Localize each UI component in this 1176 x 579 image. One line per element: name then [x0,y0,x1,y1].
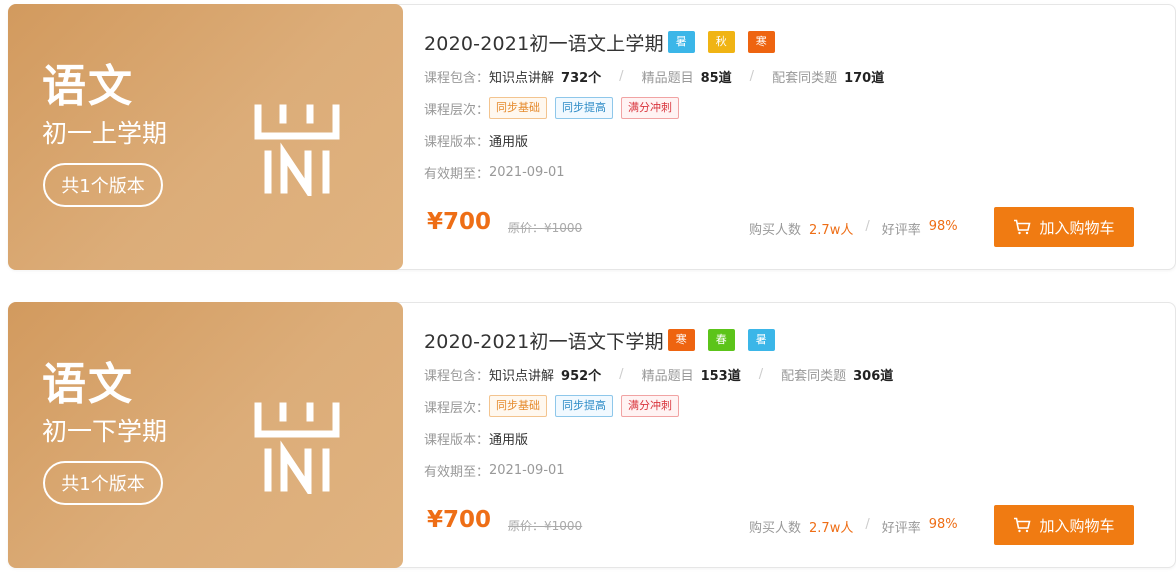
course-cover[interactable]: 语文 初一上学期 共1个版本 [8,4,403,270]
season-badge: 寒 [747,31,775,53]
course-cover[interactable]: 语文 初一下学期 共1个版本 [8,302,403,568]
knowledge-count: 952个 [561,368,602,384]
contents-label: 课程包含： [424,70,490,86]
level-tag-improve: 同步提高 [555,97,614,119]
course-title-row: 2020-2021初一语文下学期 寒 春 暑 [424,325,775,355]
original-price: 原价：¥1000 [508,221,583,235]
course-version-row: 课程版本： 通用版 [424,427,528,449]
divider: / [865,219,870,234]
original-price: 原价：¥1000 [508,519,583,533]
level-label: 课程层次： [424,102,490,118]
course-price: ¥700 [427,507,492,533]
similar-count: 306道 [853,368,894,384]
cover-subject: 语文 [42,61,134,112]
add-to-cart-button[interactable]: 加入购物车 [994,207,1134,247]
rating-label: 好评率 [881,223,921,238]
questions-count: 85道 [700,70,732,86]
knowledge-label: 知识点讲解 [489,368,555,384]
course-card[interactable]: 语文 初一下学期 共1个版本 2020-2021初一语文下学期 寒 春 暑 课程… [8,302,1176,568]
season-badge: 春 [707,329,735,351]
season-badge: 秋 [707,31,735,53]
level-tag-basic: 同步基础 [489,395,548,417]
add-to-cart-label: 加入购物车 [1039,516,1115,535]
course-contents-row: 课程包含： 知识点讲解 952个 / 精品题目 153道 / 配套同类题 306… [424,363,893,385]
buyers-label: 购买人数 [749,223,802,238]
course-level-row: 课程层次： 同步基础 同步提高 满分冲刺 [424,97,687,119]
course-contents-row: 课程包含： 知识点讲解 732个 / 精品题目 85道 / 配套同类题 170道 [424,65,884,87]
course-level-row: 课程层次： 同步基础 同步提高 满分冲刺 [424,395,687,417]
version-count-badge[interactable]: 共1个版本 [43,461,163,505]
course-price: ¥700 [427,209,492,235]
similar-count: 170道 [844,70,885,86]
divider: / [865,517,870,532]
level-tag-improve: 同步提高 [555,395,614,417]
rating-value: 98% [928,219,958,234]
course-expiry-row: 有效期至： 2021-09-01 [424,459,565,481]
knowledge-count: 732个 [561,70,602,86]
expiry-label: 有效期至： [424,166,490,182]
shopping-cart-icon [1014,517,1031,533]
expiry-date: 2021-09-01 [489,462,565,478]
version-label: 课程版本： [424,134,490,150]
rating-label: 好评率 [881,521,921,536]
level-tag-basic: 同步基础 [489,97,548,119]
season-badge: 暑 [667,31,695,53]
divider: / [758,366,764,382]
chinese-subject-logo-icon [254,402,340,494]
add-to-cart-button[interactable]: 加入购物车 [994,505,1134,545]
course-title[interactable]: 2020-2021初一语文下学期 [424,327,664,354]
course-stats: 购买人数 2.7w人 / 好评率 98% [749,517,958,536]
divider: / [619,366,624,382]
divider: / [619,68,624,84]
level-tag-sprint: 满分冲刺 [621,97,680,119]
cover-subject: 语文 [42,359,134,410]
buyers-count: 2.7w人 [809,521,854,536]
version-value: 通用版 [489,134,529,150]
cover-term: 初一上学期 [42,119,168,148]
buyers-count: 2.7w人 [809,223,854,238]
cover-term: 初一下学期 [42,417,168,446]
buyers-label: 购买人数 [749,521,802,536]
version-value: 通用版 [489,432,529,448]
course-card[interactable]: 语文 初一上学期 共1个版本 2020-2021初一语文上学期 暑 秋 寒 课程… [8,4,1176,270]
season-badge: 暑 [747,329,775,351]
add-to-cart-label: 加入购物车 [1039,218,1115,237]
contents-label: 课程包含： [424,368,490,384]
expiry-label: 有效期至： [424,464,490,480]
expiry-date: 2021-09-01 [489,164,565,180]
course-stats: 购买人数 2.7w人 / 好评率 98% [749,219,958,238]
course-title[interactable]: 2020-2021初一语文上学期 [424,29,664,56]
questions-count: 153道 [700,368,741,384]
questions-label: 精品题目 [641,70,694,86]
questions-label: 精品题目 [641,368,694,384]
course-title-row: 2020-2021初一语文上学期 暑 秋 寒 [424,27,775,57]
course-expiry-row: 有效期至： 2021-09-01 [424,161,565,183]
course-version-row: 课程版本： 通用版 [424,129,528,151]
knowledge-label: 知识点讲解 [489,70,555,86]
chinese-subject-logo-icon [254,104,340,196]
version-count-badge[interactable]: 共1个版本 [43,163,163,207]
rating-value: 98% [928,517,958,532]
shopping-cart-icon [1014,219,1031,235]
level-label: 课程层次： [424,400,490,416]
level-tag-sprint: 满分冲刺 [621,395,680,417]
version-label: 课程版本： [424,432,490,448]
similar-label: 配套同类题 [781,368,847,384]
similar-label: 配套同类题 [772,70,838,86]
season-badge: 寒 [667,329,695,351]
divider: / [749,68,755,84]
